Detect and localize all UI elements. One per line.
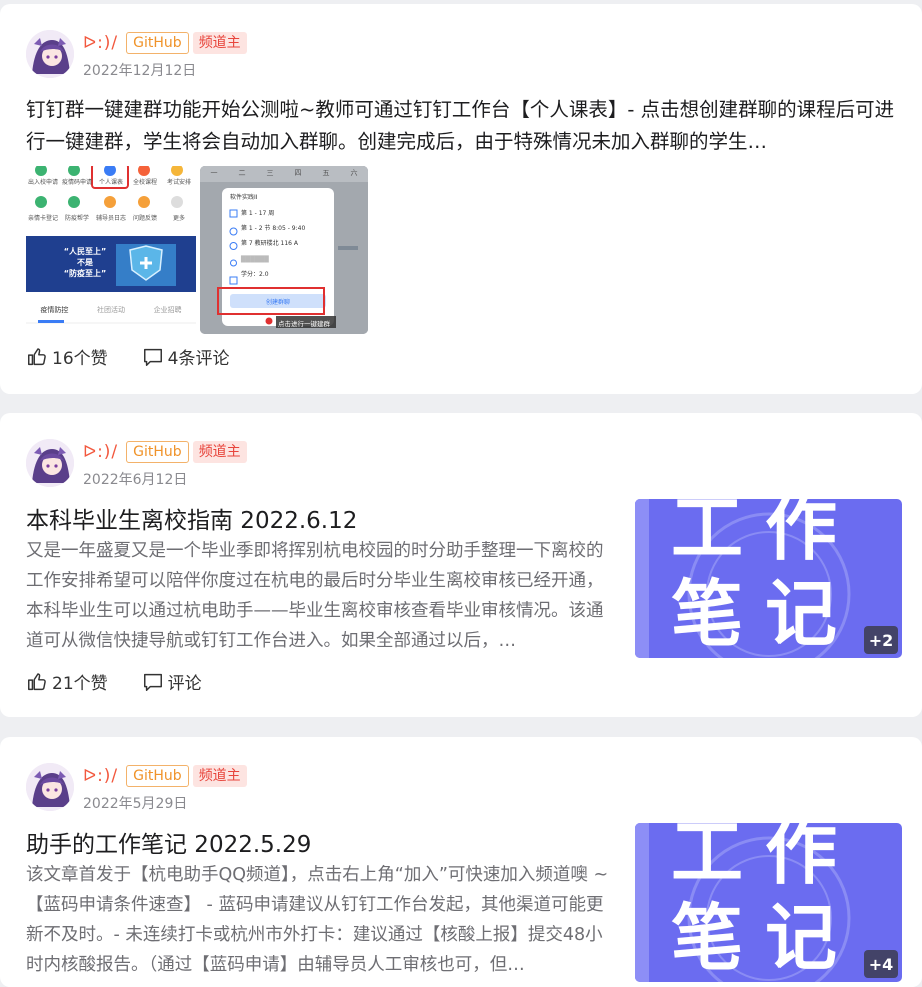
weekday-label: 二 [238, 169, 246, 177]
cover-text-line: 笔记 [671, 896, 860, 980]
menu-item[interactable]: 更多 [162, 213, 196, 222]
cover-text-line: 笔记 [671, 572, 860, 656]
post-date: 2022年6月12日 [83, 472, 188, 488]
comment-count: 4条评论 [167, 349, 230, 369]
author-avatar[interactable] [26, 439, 74, 487]
weekday-header: 一 二 三 四 五 六 [200, 168, 368, 178]
banner-line: “防疫至上” [63, 269, 107, 278]
post-excerpt[interactable]: 又是一年盛夏又是一个毕业季即将挥别杭电校园的时分助手整理一下离校的工作安排希望可… [26, 536, 610, 656]
banner-line: “人民至上” [63, 247, 107, 256]
cover-text-line: 工作 [671, 499, 860, 570]
workbench-menu-row-1: 出入校申请 疫情码申请 个人课表 全校课程 考试安排 [26, 177, 196, 186]
thumbs-up-icon [28, 347, 46, 365]
post-card[interactable]: ᐅ:)/ GitHub 频道主 2022年12月12日 钉钉群一键建群功能开始公… [0, 4, 922, 394]
menu-item[interactable]: 防疫帮学 [60, 213, 94, 222]
comment-button[interactable]: 4条评论 [142, 344, 230, 369]
post-image-2[interactable]: 一 二 三 四 五 六 软件实践II 第 1 - 17 周 第 1 - 2 节 … [200, 166, 368, 334]
post-cover-image[interactable]: 工作 笔记 +4 [635, 823, 902, 982]
author-row: ᐅ:)/ GitHub 频道主 [83, 764, 247, 788]
comment-icon [143, 673, 162, 691]
github-tag: GitHub [126, 441, 189, 463]
post-title[interactable]: 助手的工作笔记 2022.5.29 [26, 825, 311, 859]
create-group-button[interactable]: 创建群聊 [230, 297, 326, 306]
channel-owner-tag: 频道主 [192, 441, 247, 463]
author-row: ᐅ:)/ GitHub 频道主 [83, 440, 247, 464]
menu-item[interactable]: 亲情卡登记 [26, 213, 60, 222]
course-time: 第 1 - 2 节 8:05 - 9:40 [241, 225, 306, 232]
weekday-label: 四 [294, 169, 302, 177]
cover-text-line: 工作 [671, 823, 860, 894]
post-date: 2022年12月12日 [83, 63, 197, 79]
tab-epidemic[interactable]: 疫情防控 [40, 305, 68, 315]
menu-item[interactable]: 问题反馈 [128, 213, 162, 222]
menu-item[interactable]: 疫情码申请 [60, 177, 94, 186]
like-count: 21个赞 [52, 674, 108, 694]
post-image-1[interactable]: 出入校申请 疫情码申请 个人课表 全校课程 考试安排 亲情卡登记 防疫帮学 辅导… [26, 166, 196, 334]
github-tag: GitHub [126, 765, 189, 787]
course-details: 软件实践II 第 1 - 17 周 第 1 - 2 节 8:05 - 9:40 … [230, 194, 305, 279]
create-group-tip: 点击进行一键建群 [278, 320, 330, 328]
course-place: 第 7 教研楼北 116 A [241, 240, 299, 247]
menu-item[interactable]: 全校课程 [128, 177, 162, 186]
banner-line: 不是 [77, 258, 93, 267]
cover-text: 工作 笔记 [671, 499, 859, 657]
author-avatar[interactable] [26, 763, 74, 811]
post-date: 2022年5月29日 [83, 796, 188, 812]
course-credit: 学分：2.0 [241, 271, 269, 278]
github-tag: GitHub [126, 32, 189, 54]
more-images-badge[interactable]: +2 [864, 626, 898, 654]
cover-text: 工作 笔记 [671, 823, 859, 981]
post-actions: 21个赞 评论 [26, 669, 236, 694]
channel-owner-tag: 频道主 [192, 32, 247, 54]
course-teacher: ██████ [241, 256, 269, 263]
thumbs-up-icon [28, 672, 46, 690]
author-avatar[interactable] [26, 30, 74, 78]
post-card[interactable]: ᐅ:)/ GitHub 频道主 2022年5月29日 助手的工作笔记 2022.… [0, 737, 922, 987]
banner-slogan: “人民至上” 不是 “防疫至上” [50, 246, 120, 279]
author-name[interactable]: ᐅ:)/ [83, 766, 118, 786]
menu-item-personal-schedule[interactable]: 个人课表 [94, 177, 128, 186]
workbench-tabs: 疫情防控 社团活动 企业招聘 [26, 305, 196, 315]
author-name[interactable]: ᐅ:)/ [83, 442, 118, 462]
menu-item[interactable]: 出入校申请 [26, 177, 60, 186]
channel-owner-tag: 频道主 [192, 765, 247, 787]
post-title[interactable]: 本科毕业生离校指南 2022.6.12 [26, 501, 357, 535]
menu-item[interactable]: 辅导员日志 [94, 213, 128, 222]
weekday-label: 三 [266, 169, 274, 177]
weekday-label: 五 [322, 169, 330, 177]
author-row: ᐅ:)/ GitHub 频道主 [83, 31, 247, 55]
more-images-badge[interactable]: +4 [864, 950, 898, 978]
weekday-label: 一 [210, 169, 218, 177]
menu-item[interactable]: 考试安排 [162, 177, 196, 186]
like-button[interactable]: 21个赞 [26, 669, 108, 694]
post-excerpt[interactable]: 该文章首发于【杭电助手QQ频道】，点击右上角“加入”可快速加入频道噢 ~ 【蓝码… [26, 860, 610, 972]
author-name[interactable]: ᐅ:)/ [83, 33, 118, 53]
comment-icon [143, 348, 162, 366]
post-card[interactable]: ᐅ:)/ GitHub 频道主 2022年6月12日 本科毕业生离校指南 202… [0, 413, 922, 717]
post-actions: 16个赞 4条评论 [26, 344, 263, 369]
comment-label: 评论 [167, 674, 202, 694]
like-count: 16个赞 [52, 349, 108, 369]
weekday-label: 六 [350, 169, 358, 177]
tab-clubs[interactable]: 社团活动 [97, 305, 125, 315]
course-week: 第 1 - 17 周 [241, 210, 275, 217]
course-name: 软件实践II [230, 194, 258, 201]
like-button[interactable]: 16个赞 [26, 344, 108, 369]
comment-button[interactable]: 评论 [142, 669, 202, 694]
tab-recruit[interactable]: 企业招聘 [154, 305, 182, 315]
post-cover-image[interactable]: 工作 笔记 +2 [635, 499, 902, 658]
post-title[interactable]: 钉钉群一键建群功能开始公测啦~教师可通过钉钉工作台【个人课表】- 点击想创建群聊… [26, 94, 902, 158]
workbench-menu-row-2: 亲情卡登记 防疫帮学 辅导员日志 问题反馈 更多 [26, 213, 196, 222]
